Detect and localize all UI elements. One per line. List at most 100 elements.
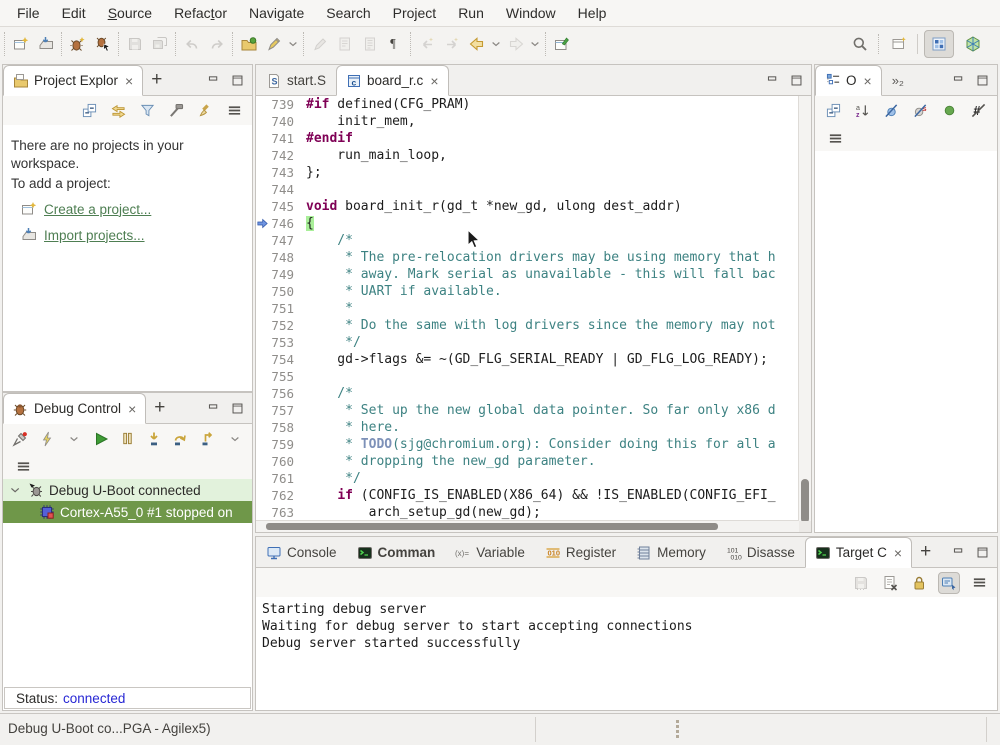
console-output[interactable]: Starting debug serverWaiting for debug s… xyxy=(256,597,997,710)
link-create-a-project[interactable]: Create a project... xyxy=(7,201,248,217)
scrollbar-thumb[interactable] xyxy=(266,523,718,530)
menu-project[interactable]: Project xyxy=(382,2,448,24)
code-line[interactable]: 761 */ xyxy=(256,470,811,487)
tab-register[interactable]: 010Register xyxy=(535,537,626,568)
new-wizard-button[interactable] xyxy=(8,32,33,56)
code-line[interactable]: 757 * Set up the new global data pointer… xyxy=(256,402,811,419)
line-number[interactable]: 739 xyxy=(256,96,306,113)
line-number[interactable]: 755 xyxy=(256,368,306,385)
code-line[interactable]: 760 * dropping the new_gd parameter. xyxy=(256,453,811,470)
code-line[interactable]: 743}; xyxy=(256,164,811,181)
close-icon[interactable]: × xyxy=(430,74,438,88)
menu-source[interactable]: Source xyxy=(97,2,163,24)
line-number[interactable]: 751 xyxy=(256,300,306,317)
search-button[interactable] xyxy=(847,32,872,56)
menu-search[interactable]: Search xyxy=(315,2,381,24)
line-number[interactable]: 750 xyxy=(256,283,306,300)
code-line[interactable]: 762 if (CONFIG_IS_ENABLED(X86_64) && !IS… xyxy=(256,487,811,504)
open-element-button[interactable] xyxy=(236,32,261,56)
horizontal-scrollbar[interactable] xyxy=(256,520,799,532)
code-line[interactable]: 747 /* xyxy=(256,232,811,249)
menu-window[interactable]: Window xyxy=(495,2,567,24)
code-line[interactable]: 748 * The pre-relocation drivers may be … xyxy=(256,249,811,266)
perspective-debug-button[interactable] xyxy=(924,30,954,58)
line-number[interactable]: 752 xyxy=(256,317,306,334)
last-edit-back-button[interactable] xyxy=(414,32,439,56)
line-number[interactable]: 758 xyxy=(256,419,306,436)
minimize-button[interactable] xyxy=(205,72,221,88)
nav-back-button[interactable] xyxy=(464,32,489,56)
close-icon[interactable]: × xyxy=(894,546,902,560)
mark-occurrences-button[interactable] xyxy=(261,32,286,56)
chevron-down-button[interactable] xyxy=(65,429,83,449)
pin-console-button[interactable] xyxy=(938,572,960,594)
clear-console-button[interactable] xyxy=(880,573,900,593)
tab-variable[interactable]: (x)=Variable xyxy=(445,537,535,568)
tab-console[interactable]: Console xyxy=(256,537,347,568)
link-import-projects[interactable]: Import projects... xyxy=(7,227,248,243)
resume-button[interactable] xyxy=(92,429,110,449)
pin-editor-button[interactable] xyxy=(549,32,574,56)
code-line[interactable]: 750 * UART if available. xyxy=(256,283,811,300)
vertical-scrollbar[interactable] xyxy=(798,96,811,521)
close-icon[interactable]: × xyxy=(128,402,136,416)
status-bar-drag-handle[interactable] xyxy=(676,720,679,738)
show-public-button[interactable] xyxy=(939,101,959,121)
pencil-button[interactable] xyxy=(307,32,332,56)
new-view-button[interactable]: + xyxy=(146,393,173,423)
chevron-down-button[interactable] xyxy=(528,32,542,56)
last-edit-fwd-button[interactable] xyxy=(439,32,464,56)
new-debug-button[interactable] xyxy=(65,32,90,56)
maximize-button[interactable] xyxy=(788,72,804,88)
menu-file[interactable]: File xyxy=(6,2,51,24)
code-line[interactable]: 742 run_main_loop, xyxy=(256,147,811,164)
tab-board-r-c[interactable]: cboard_r.c× xyxy=(336,65,448,96)
close-icon[interactable]: × xyxy=(125,74,133,88)
tab-outline[interactable]: O × xyxy=(815,65,882,96)
sort-alpha-button[interactable]: az xyxy=(852,101,872,121)
debug-tree-item[interactable]: Cortex-A55_0 #1 stopped on xyxy=(3,501,252,523)
chevron-down-button[interactable] xyxy=(286,32,300,56)
tab-memory[interactable]: Memory xyxy=(626,537,716,568)
undo-button[interactable] xyxy=(179,32,204,56)
hide-static-button[interactable]: s xyxy=(910,101,930,121)
menu-edit[interactable]: Edit xyxy=(51,2,97,24)
show-doc-button[interactable] xyxy=(357,32,382,56)
minimize-button[interactable] xyxy=(950,544,966,560)
save-console-button[interactable] xyxy=(851,573,871,593)
line-number[interactable]: 759 xyxy=(256,436,306,453)
line-number[interactable]: 753 xyxy=(256,334,306,351)
line-number[interactable]: 743 xyxy=(256,164,306,181)
step-return-button[interactable] xyxy=(199,429,217,449)
maximize-button[interactable] xyxy=(229,400,245,416)
link-editor-button[interactable] xyxy=(108,101,128,121)
save-all-button[interactable] xyxy=(147,32,172,56)
line-number[interactable]: 761 xyxy=(256,470,306,487)
code-line[interactable]: 751 * xyxy=(256,300,811,317)
code-line[interactable]: 755 xyxy=(256,368,811,385)
collapse-all-button[interactable] xyxy=(79,101,99,121)
tab-disasse[interactable]: 101010Disasse xyxy=(716,537,805,568)
line-number[interactable]: 745 xyxy=(256,198,306,215)
code-line[interactable]: 756 /* xyxy=(256,385,811,402)
open-perspective-button[interactable] xyxy=(886,32,911,56)
code-line[interactable]: 745void board_init_r(gd_t *new_gd, ulong… xyxy=(256,198,811,215)
code-line[interactable]: 744 xyxy=(256,181,811,198)
menu-help[interactable]: Help xyxy=(567,2,618,24)
flash-button[interactable] xyxy=(38,429,56,449)
code-line[interactable]: 749 * away. Mark serial as unavailable -… xyxy=(256,266,811,283)
line-number[interactable]: 762 xyxy=(256,487,306,504)
code-line[interactable]: 754 gd->flags &= ~(GD_FLG_SERIAL_READY |… xyxy=(256,351,811,368)
maximize-button[interactable] xyxy=(229,72,245,88)
collapse-all-button[interactable] xyxy=(823,101,843,121)
code-line[interactable]: 752 * Do the same with log drivers since… xyxy=(256,317,811,334)
line-number[interactable]: 742 xyxy=(256,147,306,164)
clean-button[interactable] xyxy=(195,101,215,121)
perspective-cpp-button[interactable] xyxy=(958,30,988,58)
code-line[interactable]: 741#endif xyxy=(256,130,811,147)
line-number[interactable]: 744 xyxy=(256,181,306,198)
scrollbar-thumb[interactable] xyxy=(801,479,809,523)
maximize-button[interactable] xyxy=(974,544,990,560)
line-number[interactable]: 741 xyxy=(256,130,306,147)
code-line[interactable]: 763 arch_setup_gd(new_gd); xyxy=(256,504,811,521)
